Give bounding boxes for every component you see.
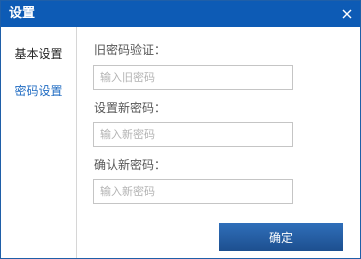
new-password-input[interactable]: [93, 122, 293, 147]
ok-button[interactable]: 确定: [219, 223, 343, 251]
sidebar-item-basic-settings[interactable]: 基本设置: [1, 45, 76, 62]
confirm-password-label: 确认新密码：: [94, 158, 167, 172]
settings-dialog: 设置 基本设置 密码设置 旧密码验证： 设置新密码： 确认新密码： 确定: [0, 0, 361, 259]
sidebar-item-password-settings[interactable]: 密码设置: [1, 82, 76, 99]
old-password-label: 旧密码验证：: [94, 43, 167, 57]
settings-sidebar: 基本设置 密码设置: [1, 27, 77, 258]
close-button[interactable]: [334, 1, 360, 27]
new-password-label: 设置新密码：: [94, 101, 167, 115]
dialog-title: 设置: [9, 6, 36, 21]
confirm-password-input[interactable]: [93, 179, 293, 204]
title-bar[interactable]: 设置: [1, 1, 360, 27]
close-icon: [342, 9, 352, 19]
old-password-input[interactable]: [93, 65, 293, 90]
